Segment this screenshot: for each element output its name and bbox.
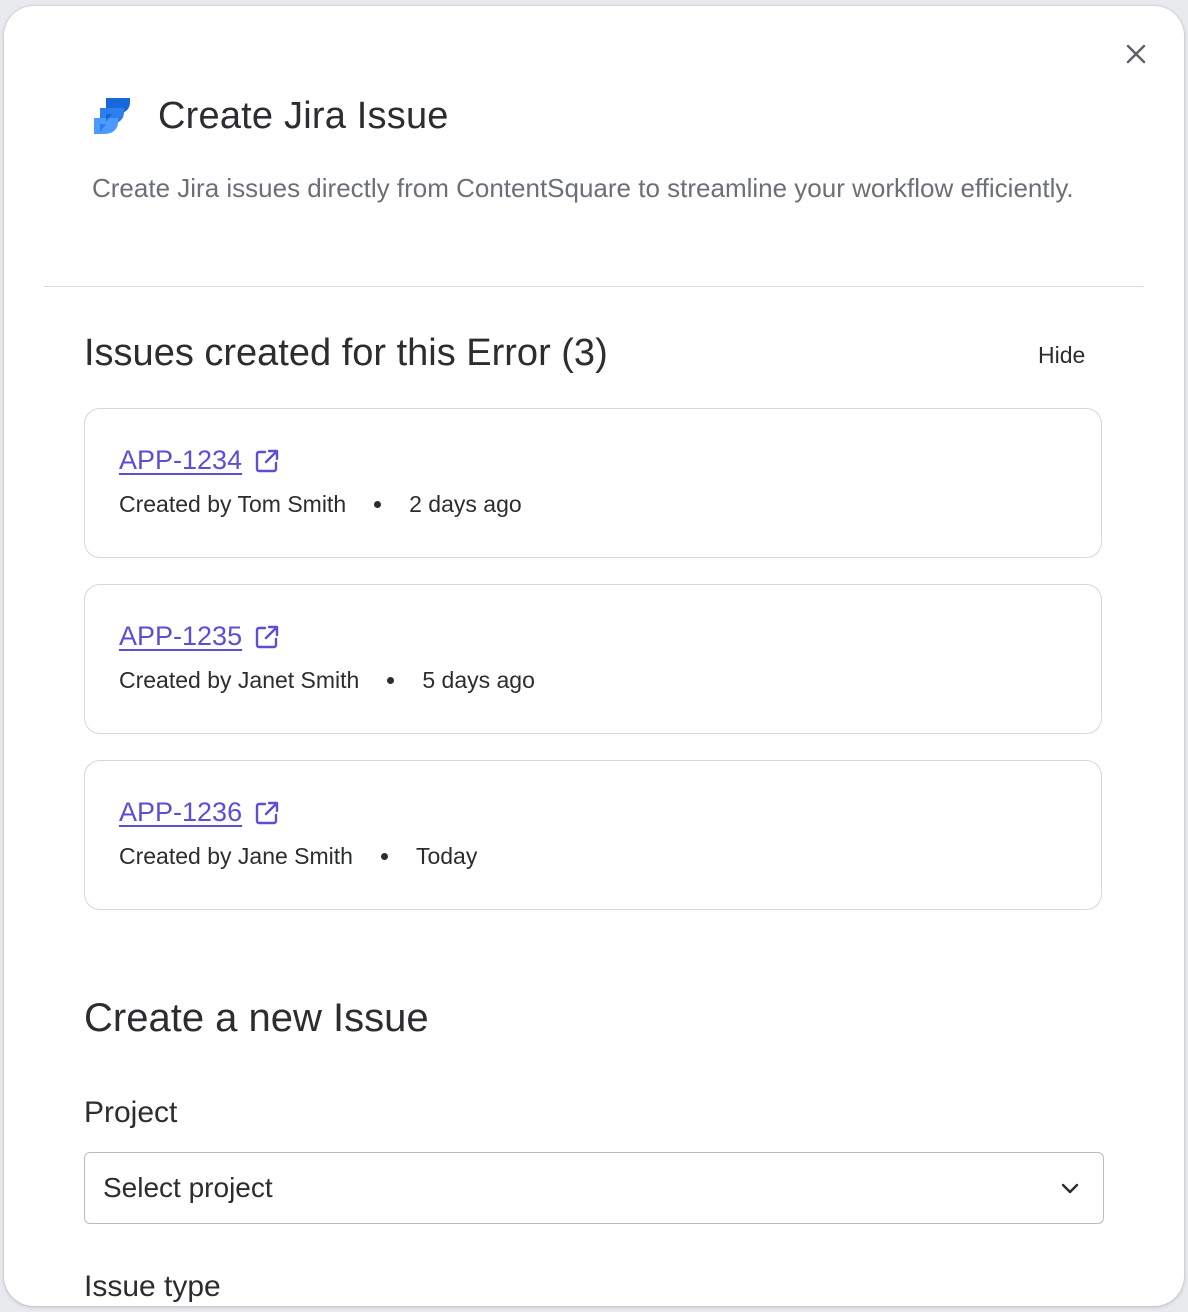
issue-meta: Created by Janet Smith 5 days ago — [119, 667, 535, 694]
chevron-down-icon — [1061, 1183, 1079, 1194]
issue-link[interactable]: APP-1234 — [119, 445, 242, 476]
issue-link[interactable]: APP-1235 — [119, 621, 242, 652]
issue-date: Today — [415, 843, 478, 869]
modal-subtitle: Create Jira issues directly from Content… — [92, 173, 1074, 203]
issue-meta: Created by Jane Smith Today — [119, 843, 477, 870]
issue-key-row: APP-1234 — [119, 445, 282, 476]
issue-key-row: APP-1235 — [119, 621, 282, 652]
issue-key-row: APP-1236 — [119, 797, 282, 828]
create-jira-issue-modal: Create Jira Issue Create Jira issues dir… — [4, 6, 1184, 1306]
issue-card: APP-1236 Created by Jane Smith Today — [84, 760, 1102, 910]
issue-creator: Created by Janet Smith — [119, 667, 360, 693]
external-link-icon[interactable] — [252, 622, 282, 652]
project-select-value: Select project — [103, 1172, 273, 1203]
close-icon[interactable] — [1122, 40, 1150, 68]
separator-dot — [374, 501, 382, 508]
external-link-icon[interactable] — [252, 798, 282, 828]
issue-creator: Created by Jane Smith — [119, 843, 353, 869]
issue-date: 5 days ago — [422, 667, 535, 693]
modal-header: Create Jira Issue — [90, 92, 449, 140]
modal-title: Create Jira Issue — [158, 94, 449, 137]
header-divider — [44, 286, 1144, 287]
separator-dot — [387, 677, 395, 684]
issue-link[interactable]: APP-1236 — [119, 797, 242, 828]
issue-card: APP-1234 Created by Tom Smith 2 days ago — [84, 408, 1102, 558]
project-select[interactable]: Select project — [84, 1152, 1104, 1224]
jira-logo-icon — [94, 98, 130, 134]
existing-issues-title: Issues created for this Error (3) — [84, 332, 608, 374]
issue-type-label: Issue type — [84, 1270, 221, 1303]
issue-creator: Created by Tom Smith — [119, 491, 347, 517]
issue-date: 2 days ago — [409, 491, 522, 517]
issue-card: APP-1235 Created by Janet Smith 5 days a… — [84, 584, 1102, 734]
external-link-icon[interactable] — [252, 446, 282, 476]
create-issue-title: Create a new Issue — [84, 996, 429, 1040]
project-label: Project — [84, 1096, 178, 1129]
separator-dot — [380, 853, 388, 860]
hide-issues-button[interactable]: Hide — [1038, 342, 1085, 369]
issue-meta: Created by Tom Smith 2 days ago — [119, 491, 522, 518]
